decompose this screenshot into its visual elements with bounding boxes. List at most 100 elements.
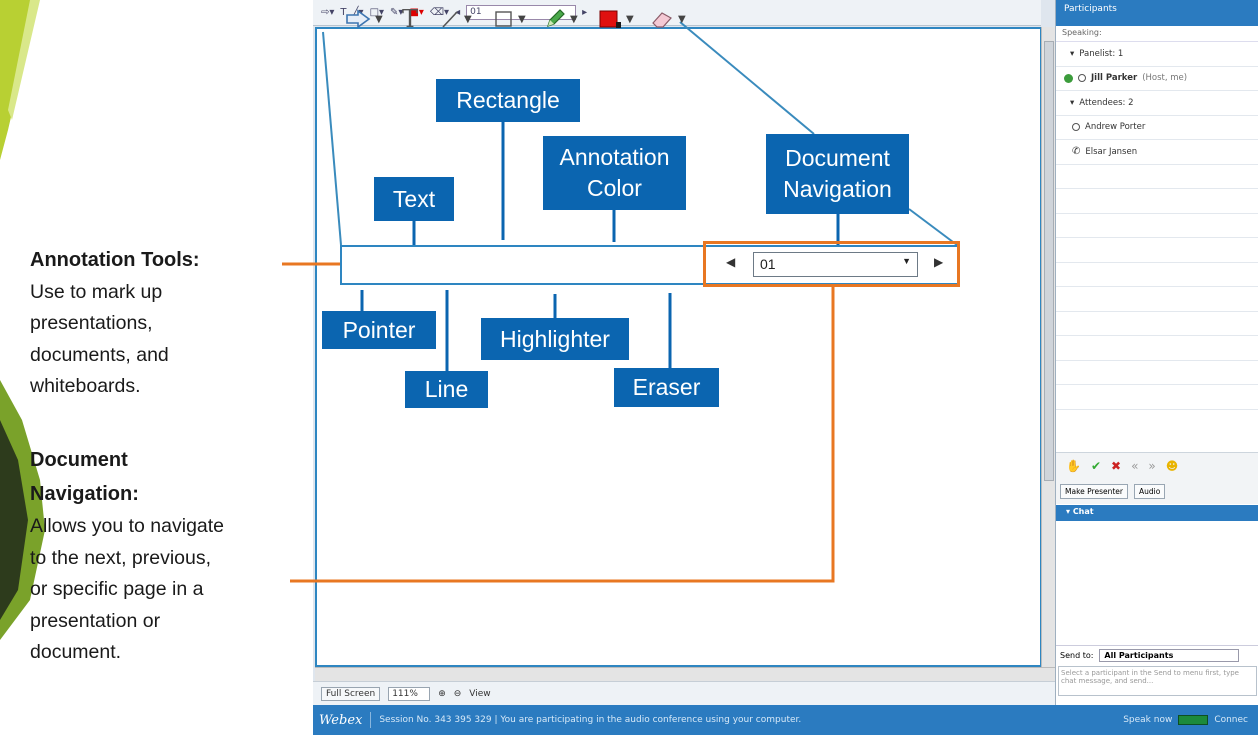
full-screen-button[interactable]: Full Screen: [321, 686, 381, 701]
speaking-label: Speaking:: [1056, 26, 1258, 42]
presenter-ball-icon: [1064, 73, 1073, 83]
participants-panel: Participants Speaking: ▾ Panelist: 1 Jill…: [1055, 0, 1258, 705]
text-callout: Text: [374, 177, 454, 221]
audio-level-meter: [1178, 715, 1209, 725]
headset-icon: [1072, 123, 1080, 132]
document-navigation-description: Allows you to navigate to the next, prev…: [30, 515, 225, 663]
status-separator: [370, 712, 372, 728]
line-dropdown-icon[interactable]: ▼: [464, 14, 472, 25]
next-page-small-icon[interactable]: ▸: [582, 7, 587, 18]
empty-row: [1056, 189, 1258, 214]
make-presenter-button[interactable]: Make Presenter: [1060, 483, 1128, 499]
zoom-out-icon[interactable]: ⊖: [454, 689, 462, 699]
attendee-group-label: Attendees: 2: [1079, 97, 1134, 108]
send-to-label: Send to:: [1060, 651, 1094, 660]
headset-icon: [1078, 74, 1086, 83]
empty-row: [1056, 336, 1258, 361]
participant-row[interactable]: ✆ Elsar Jansen: [1056, 140, 1258, 165]
chat-header[interactable]: ▾ Chat: [1056, 505, 1258, 521]
annotation-tools-title: Annotation Tools:: [30, 249, 200, 271]
horizontal-scrollbar[interactable]: [315, 667, 1055, 681]
document-navigation-callout: Document Navigation: [766, 134, 909, 214]
webex-logo: Webex: [319, 712, 363, 728]
text-tool-icon: T: [402, 5, 419, 33]
host-role: (Host, me): [1142, 73, 1188, 84]
participant-name: Andrew Porter: [1085, 122, 1146, 133]
line-tool[interactable]: ▼: [440, 5, 472, 33]
pointer-callout: Pointer: [322, 311, 436, 349]
empty-row: [1056, 238, 1258, 263]
participants-title[interactable]: Participants: [1056, 0, 1258, 26]
session-status-text: Session No. 343 395 329 | You are partic…: [379, 715, 802, 725]
audio-button[interactable]: Audio: [1133, 483, 1166, 499]
pointer-arrow-icon: [346, 9, 371, 29]
pointer-tool[interactable]: ▼: [345, 5, 383, 33]
yes-check-icon[interactable]: ✔: [1091, 459, 1101, 473]
faster-icon[interactable]: »: [1148, 459, 1155, 473]
document-navigation-help: Document Navigation: Allows you to navig…: [30, 443, 292, 669]
line-tool-icon: [442, 11, 458, 28]
empty-row: [1056, 361, 1258, 385]
empty-row: [1056, 312, 1258, 336]
connect-label[interactable]: Connec: [1214, 715, 1248, 725]
participant-name: Elsar Jansen: [1085, 146, 1138, 157]
speak-indicator: Speak now Connec: [1123, 715, 1258, 725]
text-tool[interactable]: T: [402, 5, 418, 33]
highlighter-dropdown-icon[interactable]: ▼: [570, 14, 578, 25]
panelist-group-label: Panelist: 1: [1079, 48, 1124, 59]
send-to-select[interactable]: All Participants: [1099, 649, 1240, 662]
collapse-arrow-icon[interactable]: ▾: [1070, 98, 1074, 108]
chat-title: Chat: [1072, 507, 1094, 516]
rectangle-tool[interactable]: ▼: [494, 5, 526, 33]
speak-now-label: Speak now: [1123, 715, 1173, 725]
eraser-tool[interactable]: ▼: [650, 5, 686, 33]
panelist-group[interactable]: ▾ Panelist: 1: [1056, 42, 1258, 67]
participant-host[interactable]: Jill Parker (Host, me): [1056, 67, 1258, 91]
view-toolbar: Full Screen 111% ⊕ ⊖ View: [313, 681, 1055, 705]
document-navigation-highlight: [703, 241, 960, 287]
highlighter-callout: Highlighter: [481, 318, 629, 360]
slower-icon[interactable]: «: [1131, 459, 1138, 473]
feedback-toolbar: ✋ ✔ ✖ « » ☻: [1056, 452, 1258, 478]
pointer-dropdown-icon[interactable]: ▼: [375, 14, 383, 25]
scrollbar-thumb[interactable]: [1044, 41, 1054, 481]
eraser-callout: Eraser: [614, 368, 719, 407]
document-navigation-title: Document Navigation:: [30, 449, 139, 505]
annotation-color-callout: Annotation Color: [543, 136, 686, 210]
view-menu[interactable]: View: [469, 689, 490, 699]
eraser-dropdown-icon[interactable]: ▼: [678, 14, 686, 25]
annotation-tools-description: Use to mark up presentations, documents,…: [30, 280, 169, 398]
color-swatch-icon: [599, 10, 621, 28]
annotation-tools-help: Annotation Tools: Use to mark up present…: [30, 245, 300, 403]
rectangle-callout: Rectangle: [436, 79, 580, 122]
vertical-scrollbar[interactable]: [1041, 27, 1055, 667]
host-name: Jill Parker: [1091, 73, 1138, 84]
collapse-arrow-icon[interactable]: ▾: [1070, 49, 1074, 59]
participant-row[interactable]: Andrew Porter: [1056, 116, 1258, 140]
raise-hand-icon[interactable]: ✋: [1066, 459, 1081, 473]
zoom-select[interactable]: 111%: [388, 686, 431, 701]
empty-row: [1056, 165, 1258, 189]
highlighter-tool[interactable]: ▼: [544, 5, 578, 33]
attendee-group[interactable]: ▾ Attendees: 2: [1056, 91, 1258, 116]
empty-row: [1056, 385, 1258, 410]
no-cross-icon[interactable]: ✖: [1111, 459, 1121, 473]
presenter-toolbar: Make Presenter Audio: [1056, 478, 1258, 504]
line-callout: Line: [405, 371, 488, 408]
annotation-color-tool[interactable]: ▼: [598, 5, 634, 33]
rectangle-dropdown-icon[interactable]: ▼: [518, 14, 526, 25]
empty-row: [1056, 214, 1258, 238]
empty-row: [1056, 287, 1258, 312]
rectangle-tool-icon: [495, 11, 512, 27]
chat-log: [1056, 521, 1258, 641]
send-to-row: Send to: All Participants: [1056, 645, 1258, 665]
status-bar: Webex Session No. 343 395 329 | You are …: [313, 705, 1258, 735]
pointer-tool-small-icon[interactable]: ⇨▾: [321, 7, 334, 18]
chat-input[interactable]: Select a participant in the Send to menu…: [1058, 666, 1257, 696]
zoom-in-icon[interactable]: ⊕: [438, 689, 446, 699]
color-dropdown-icon[interactable]: ▼: [626, 14, 634, 25]
highlighter-pen-icon: [547, 9, 565, 27]
empty-row: [1056, 263, 1258, 287]
eraser-icon: [652, 12, 672, 28]
emoticon-icon[interactable]: ☻: [1166, 459, 1179, 473]
